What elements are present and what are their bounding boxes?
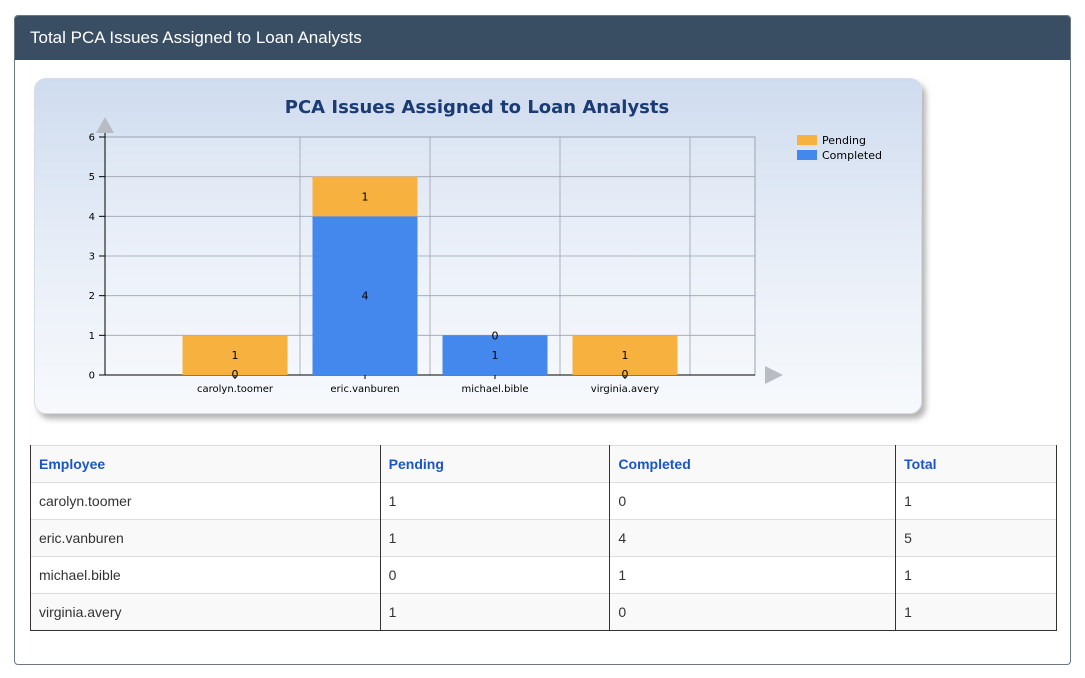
data-label: 0 [232,368,239,381]
column-header-employee[interactable]: Employee [30,445,381,483]
legend-swatch-completed [797,150,817,160]
cell-completed: 0 [609,593,897,631]
column-header-pending[interactable]: Pending [379,445,611,483]
y-tick-label: 0 [89,371,95,382]
cell-employee: eric.vanburen [30,519,381,557]
cell-total: 1 [895,556,1057,594]
x-tick-label: carolyn.toomer [197,384,274,395]
y-tick-label: 5 [89,172,95,183]
y-tick-label: 3 [89,252,95,263]
data-label: 0 [492,329,499,342]
panel-header: Total PCA Issues Assigned to Loan Analys… [15,16,1070,60]
cell-total: 1 [895,482,1057,520]
table-header-row: Employee Pending Completed Total [30,445,1057,483]
cell-pending: 0 [379,556,611,594]
issues-table: Employee Pending Completed Total carolyn… [30,445,1057,631]
data-label: 1 [492,349,499,362]
x-tick-label: virginia.avery [591,384,659,395]
y-tick-label: 2 [89,291,95,302]
cell-pending: 1 [379,482,611,520]
table-row: virginia.avery 1 0 1 [30,593,1057,631]
legend-label-pending: Pending [822,134,866,147]
x-tick-label: eric.vanburen [330,384,399,395]
chart-title: PCA Issues Assigned to Loan Analysts [285,97,669,118]
cell-employee: michael.bible [30,556,381,594]
cell-employee: carolyn.toomer [30,482,381,520]
table-row: michael.bible 0 1 1 [30,556,1057,594]
cell-employee: virginia.avery [30,593,381,631]
stacked-bar-chart: PCA Issues Assigned to Loan Analysts 0 1 2… [89,97,882,395]
legend-label-completed: Completed [822,149,882,162]
report-panel: Total PCA Issues Assigned to Loan Analys… [14,15,1071,665]
y-tick-label: 4 [89,212,95,223]
cell-total: 5 [895,519,1057,557]
cell-completed: 4 [609,519,897,557]
data-label: 1 [362,191,369,204]
data-label: 4 [362,290,369,303]
cell-completed: 0 [609,482,897,520]
cell-total: 1 [895,593,1057,631]
legend-swatch-pending [797,135,817,145]
panel-title: Total PCA Issues Assigned to Loan Analys… [30,28,362,47]
data-label: 0 [622,368,629,381]
x-axis-arrow [765,366,783,384]
data-label: 1 [622,349,629,362]
x-tick-label: michael.bible [462,384,529,395]
column-header-total[interactable]: Total [895,445,1057,483]
chart-card: PCA Issues Assigned to Loan Analysts 0 1 2… [34,78,922,414]
cell-pending: 1 [379,519,611,557]
cell-completed: 1 [609,556,897,594]
y-axis-arrow [96,117,114,133]
data-label: 1 [232,349,239,362]
column-header-completed[interactable]: Completed [609,445,897,483]
table-row: eric.vanburen 1 4 5 [30,519,1057,557]
table-row: carolyn.toomer 1 0 1 [30,482,1057,520]
y-tick-label: 1 [89,331,95,342]
y-tick-label: 6 [89,133,95,144]
cell-pending: 1 [379,593,611,631]
